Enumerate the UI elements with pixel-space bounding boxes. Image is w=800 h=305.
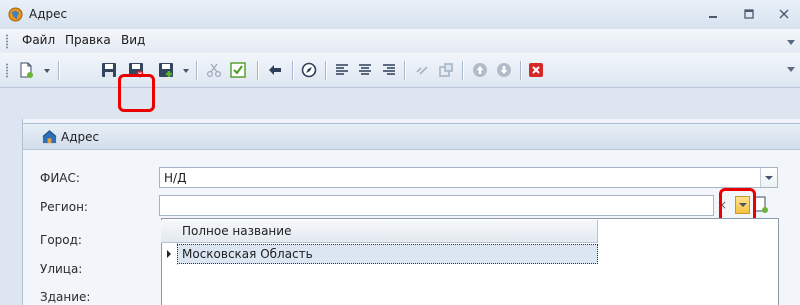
- save-new-icon: [159, 63, 173, 77]
- apply-button[interactable]: [229, 61, 247, 79]
- column-header-full-name[interactable]: Полное название: [177, 220, 598, 242]
- panel-header: [22, 123, 800, 150]
- window-icon: [439, 63, 453, 77]
- transfer-button[interactable]: [413, 61, 431, 79]
- toolbar-separator: [257, 61, 258, 80]
- row-pointer-icon: [167, 250, 171, 258]
- save-new-dropdown-icon[interactable]: [183, 69, 189, 73]
- scissors-icon: [206, 63, 222, 78]
- new-document-icon: [20, 62, 33, 78]
- house-icon: [42, 130, 57, 144]
- toolbar-separator: [462, 61, 463, 80]
- menu-overflow-icon[interactable]: [787, 40, 795, 45]
- menu-file[interactable]: Файл: [19, 33, 58, 47]
- save-close-highlight: [118, 74, 155, 112]
- new-button[interactable]: [17, 61, 35, 79]
- arrow-up-circle-icon: [473, 63, 487, 77]
- align-center-button[interactable]: [356, 61, 374, 79]
- region-combobox[interactable]: [159, 195, 714, 216]
- city-label: Город:: [40, 233, 82, 247]
- toolbar-separator: [404, 61, 405, 80]
- compass-icon: [301, 62, 317, 78]
- street-label: Улица:: [40, 262, 83, 276]
- column-header-label: Полное название: [182, 224, 292, 238]
- align-left-button[interactable]: [333, 61, 351, 79]
- title-bar: Адрес: [0, 0, 800, 30]
- delete-x-icon: [529, 63, 543, 77]
- cell-text: Московская Область: [182, 247, 313, 261]
- save-new-button[interactable]: [157, 61, 175, 79]
- maximize-icon: [744, 9, 754, 19]
- menu-view[interactable]: Вид: [118, 33, 148, 47]
- menu-edit[interactable]: Правка: [62, 33, 114, 47]
- menu-bar: Файл Правка Вид: [0, 29, 800, 54]
- checkbox-check-icon: [230, 62, 246, 78]
- cut-button[interactable]: [205, 61, 223, 79]
- grid-header: Полное название: [161, 220, 598, 243]
- compass-button[interactable]: [300, 61, 318, 79]
- fias-label: ФИАС:: [40, 171, 80, 185]
- fias-combobox[interactable]: Н/Д: [159, 167, 778, 188]
- close-button[interactable]: [773, 5, 795, 23]
- chevron-down-icon: [765, 175, 773, 180]
- fias-value: Н/Д: [164, 171, 187, 185]
- current-row-indicator: [161, 243, 178, 265]
- align-center-icon: [359, 64, 371, 75]
- delete-button[interactable]: [527, 61, 545, 79]
- save-icon: [102, 63, 116, 77]
- undo-button[interactable]: [266, 61, 284, 79]
- maximize-button[interactable]: [738, 5, 760, 23]
- toolbar-grip[interactable]: [6, 63, 8, 78]
- toolbar-separator: [520, 61, 521, 80]
- panel-title: Адрес: [61, 130, 100, 144]
- row-indicator-header: [161, 220, 178, 242]
- dropdown-empty-area: [598, 220, 778, 305]
- table-row[interactable]: Московская Область: [161, 243, 598, 265]
- table-cell-full-name[interactable]: Московская Область: [177, 244, 598, 264]
- undo-arrow-icon: [269, 65, 281, 75]
- minimize-icon: [709, 16, 717, 18]
- window-title: Адрес: [29, 7, 68, 21]
- region-label: Регион:: [40, 200, 88, 214]
- new-dropdown-icon[interactable]: [44, 69, 50, 73]
- window-button[interactable]: [437, 61, 455, 79]
- toolbar-separator: [58, 61, 59, 80]
- toolbar-separator: [325, 61, 326, 80]
- save-button[interactable]: [100, 61, 118, 79]
- transfer-arrows-icon: [416, 66, 428, 75]
- align-right-icon: [383, 64, 395, 75]
- app-icon: [8, 7, 23, 22]
- toolbar-overflow-icon[interactable]: [787, 67, 795, 72]
- fias-dropdown-button[interactable]: [760, 168, 777, 187]
- move-up-button[interactable]: [471, 61, 489, 79]
- align-left-icon: [336, 64, 348, 75]
- building-label: Здание:: [40, 290, 91, 304]
- close-icon: [779, 9, 789, 19]
- align-right-button[interactable]: [380, 61, 398, 79]
- menu-grip[interactable]: [6, 34, 8, 49]
- toolbar-separator: [196, 61, 197, 80]
- arrow-down-circle-icon: [497, 63, 511, 77]
- toolbar-separator: [292, 61, 293, 80]
- move-down-button[interactable]: [495, 61, 513, 79]
- minimize-button[interactable]: [702, 5, 724, 23]
